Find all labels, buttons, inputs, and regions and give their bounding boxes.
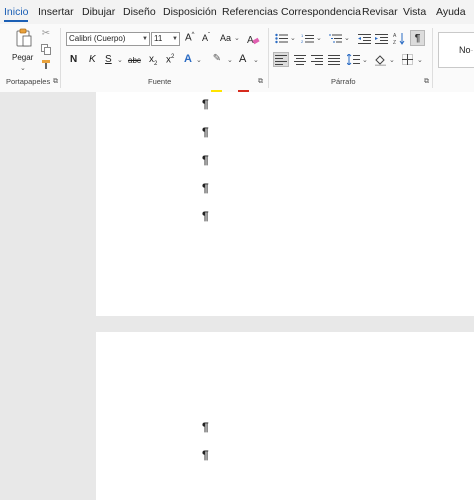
underline-button[interactable]: S bbox=[105, 54, 112, 65]
chevron-down-icon[interactable]: ⌄ bbox=[234, 34, 240, 42]
align-center-icon[interactable] bbox=[292, 52, 308, 67]
pilcrow-icon: ¶ bbox=[414, 32, 421, 44]
chevron-down-icon[interactable]: ⌄ bbox=[227, 56, 233, 64]
document-canvas[interactable]: ¶ ¶ ¶ ¶ ¶ ¶ ¶ bbox=[0, 92, 474, 500]
tab-correspondencia[interactable]: Correspondencia bbox=[281, 6, 361, 18]
paragraph-mark: ¶ bbox=[202, 181, 209, 195]
subscript-button[interactable]: x2 bbox=[149, 54, 157, 67]
clipboard-launcher-icon[interactable]: ⧉ bbox=[53, 78, 58, 86]
align-left-icon[interactable] bbox=[273, 52, 289, 67]
font-color-button[interactable]: A bbox=[239, 53, 246, 65]
tab-vista[interactable]: Vista bbox=[403, 6, 426, 18]
tab-inicio[interactable]: Inicio bbox=[4, 6, 29, 18]
decrease-indent-icon[interactable] bbox=[357, 32, 371, 44]
separator bbox=[268, 28, 269, 88]
style-normal-preview[interactable]: No· bbox=[438, 32, 474, 68]
change-case-button[interactable]: Aa bbox=[220, 33, 231, 43]
highlight-pen-icon[interactable]: ✎ bbox=[210, 52, 224, 64]
tab-dibujar[interactable]: Dibujar bbox=[82, 6, 115, 18]
chevron-down-icon: ▼ bbox=[172, 36, 178, 42]
clear-formatting-icon[interactable]: A bbox=[246, 32, 260, 46]
chevron-down-icon[interactable]: ⌄ bbox=[417, 56, 423, 64]
shading-icon[interactable] bbox=[373, 52, 387, 67]
document-page[interactable] bbox=[96, 332, 474, 500]
font-name-value: Calibri (Cuerpo) bbox=[69, 34, 126, 43]
tab-referencias[interactable]: Referencias bbox=[222, 6, 278, 18]
chevron-down-icon: ▼ bbox=[142, 36, 148, 42]
paragraph-mark: ¶ bbox=[202, 448, 209, 462]
increase-indent-icon[interactable] bbox=[374, 32, 388, 44]
paragraph-mark: ¶ bbox=[202, 153, 209, 167]
separator bbox=[432, 28, 433, 88]
paragraph-mark: ¶ bbox=[202, 97, 209, 111]
font-size-combo[interactable]: 11 ▼ bbox=[151, 32, 180, 46]
line-spacing-icon[interactable] bbox=[345, 52, 361, 67]
paragraph-launcher-icon[interactable]: ⧉ bbox=[424, 78, 429, 86]
svg-text:A: A bbox=[393, 33, 397, 39]
show-formatting-marks-icon[interactable]: ¶ bbox=[410, 30, 425, 46]
font-group-label: Fuente bbox=[148, 77, 172, 86]
chevron-down-icon[interactable]: ⌄ bbox=[362, 56, 368, 64]
clipboard-group-label: Portapapeles bbox=[6, 77, 51, 86]
font-size-value: 11 bbox=[154, 34, 163, 43]
superscript-button[interactable]: x2 bbox=[166, 54, 174, 65]
tab-revisar[interactable]: Revisar bbox=[362, 6, 398, 18]
paragraph-mark: ¶ bbox=[202, 125, 209, 139]
ribbon-tabs: Inicio Insertar Dibujar Diseño Disposici… bbox=[0, 0, 474, 24]
tab-disposicion[interactable]: Disposición bbox=[163, 6, 217, 18]
sort-icon[interactable]: AZ bbox=[393, 31, 405, 45]
strikethrough-button[interactable]: abc bbox=[128, 56, 141, 65]
tab-insertar[interactable]: Insertar bbox=[38, 6, 74, 18]
separator bbox=[60, 28, 61, 88]
borders-icon[interactable] bbox=[400, 52, 414, 67]
svg-text:1: 1 bbox=[301, 33, 304, 38]
bullets-icon[interactable] bbox=[274, 32, 288, 44]
bold-button[interactable]: N bbox=[70, 54, 77, 65]
chevron-down-icon[interactable]: ⌄ bbox=[253, 56, 259, 64]
tab-diseno[interactable]: Diseño bbox=[123, 6, 156, 18]
scissors-icon[interactable]: ✂ bbox=[40, 27, 52, 39]
align-right-icon[interactable] bbox=[309, 52, 325, 67]
document-page[interactable] bbox=[96, 92, 474, 316]
chevron-down-icon[interactable]: ⌄ bbox=[290, 34, 296, 42]
paste-button[interactable]: Pegar bbox=[12, 53, 33, 62]
text-effects-button[interactable]: A bbox=[184, 53, 192, 65]
chevron-down-icon[interactable]: ⌄ bbox=[117, 56, 123, 64]
shrink-font-button[interactable]: Aˇ bbox=[202, 33, 210, 43]
copy-icon[interactable] bbox=[40, 43, 52, 55]
paragraph-group-label: Párrafo bbox=[331, 77, 356, 86]
ribbon: Pegar ⌄ ✂ Portapapeles ⧉ Calibri (Cuerpo… bbox=[0, 24, 474, 93]
active-tab-indicator bbox=[4, 20, 28, 22]
multilevel-list-icon[interactable] bbox=[328, 32, 342, 44]
chevron-down-icon[interactable]: ⌄ bbox=[344, 34, 350, 42]
font-name-combo[interactable]: Calibri (Cuerpo) ▼ bbox=[66, 32, 150, 46]
chevron-down-icon[interactable]: ⌄ bbox=[196, 56, 202, 64]
numbering-icon[interactable]: 12 bbox=[300, 32, 314, 44]
tab-ayuda[interactable]: Ayuda bbox=[436, 6, 466, 18]
paragraph-mark: ¶ bbox=[202, 209, 209, 223]
italic-button[interactable]: K bbox=[89, 54, 96, 65]
format-painter-icon[interactable] bbox=[40, 58, 52, 70]
paragraph-mark: ¶ bbox=[202, 420, 209, 434]
chevron-down-icon[interactable]: ⌄ bbox=[316, 34, 322, 42]
chevron-down-icon[interactable]: ⌄ bbox=[389, 56, 395, 64]
font-launcher-icon[interactable]: ⧉ bbox=[258, 78, 263, 86]
style-normal-label: No bbox=[459, 45, 471, 55]
paste-dropdown-icon[interactable]: ⌄ bbox=[20, 64, 26, 72]
clipboard-icon[interactable] bbox=[14, 28, 34, 48]
svg-text:2: 2 bbox=[301, 39, 304, 44]
svg-text:Z: Z bbox=[393, 40, 396, 45]
justify-icon[interactable] bbox=[326, 52, 342, 67]
grow-font-button[interactable]: A^ bbox=[185, 32, 195, 43]
